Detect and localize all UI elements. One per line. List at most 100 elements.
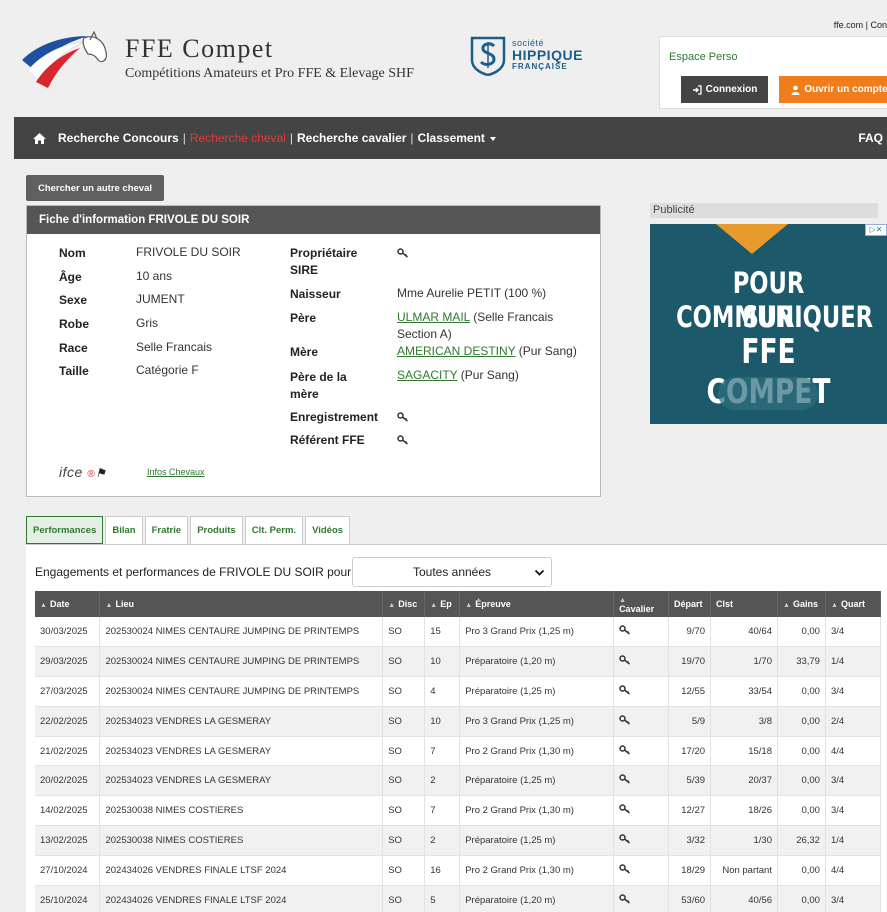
key-icon[interactable] — [619, 804, 631, 814]
engagements-label: Engagements et performances de FRIVOLE D… — [35, 565, 358, 579]
sort-icon: ▲ — [430, 602, 438, 609]
tab-clt-perm[interactable]: Clt. Perm. — [244, 516, 304, 544]
publicite-banner[interactable]: ▷✕ POUR COMMUNIQUER SUR FFE COMPET — [650, 224, 887, 424]
key-icon[interactable] — [619, 774, 631, 784]
cell-cavalier[interactable] — [613, 855, 670, 886]
table-row[interactable]: 27/10/2024 202434026 VENDRES FINALE LTSF … — [35, 855, 882, 886]
cell-cavalier[interactable] — [613, 736, 670, 767]
cell-gains: 0,00 — [777, 885, 826, 912]
cell-depart: 12/55 — [668, 676, 712, 707]
fiche-information: Fiche d'information FRIVOLE DU SOIR Nom … — [26, 205, 601, 497]
key-icon[interactable] — [619, 715, 631, 725]
cell-cavalier[interactable] — [613, 676, 670, 707]
cell-cavalier[interactable] — [613, 706, 670, 737]
tabs-bar: Performances Bilan Fratrie Produits Clt.… — [26, 516, 351, 544]
cell-date: 20/02/2025 — [35, 765, 101, 797]
pere-de-la-mere-link[interactable]: SAGACITY — [397, 368, 457, 382]
tab-performances[interactable]: Performances — [26, 516, 104, 544]
col-cavalier-label: Cavalier — [619, 604, 655, 614]
col-cavalier[interactable]: ▲Cavalier — [613, 591, 670, 617]
cell-gains: 0,00 — [777, 795, 826, 827]
cell-clst: 40/64 — [710, 617, 778, 648]
pere-race-a: (Selle Francais — [469, 310, 554, 324]
key-icon[interactable] — [619, 744, 631, 755]
col-ep[interactable]: ▲ Ep — [424, 591, 461, 617]
key-icon[interactable] — [397, 435, 409, 445]
nav-recherche-concours[interactable]: Recherche Concours — [54, 131, 183, 145]
table-row[interactable]: 30/03/2025 202530024 NIMES CENTAURE JUMPI… — [35, 617, 882, 648]
col-gains[interactable]: ▲ Gains — [777, 591, 826, 617]
ffe-horse-logo[interactable] — [18, 30, 112, 90]
cell-cavalier[interactable] — [613, 825, 670, 856]
cell-epreuve: Pro 2 Grand Prix (1,30 m) — [459, 795, 615, 827]
table-row[interactable]: 29/03/2025 202530024 NIMES CENTAURE JUMPI… — [35, 646, 882, 678]
table-row[interactable]: 20/02/2025 202534023 VENDRES LA GESMERAY S… — [35, 765, 882, 797]
infos-chevaux-link[interactable]: Infos Chevaux — [147, 467, 205, 477]
cell-disc: SO — [382, 765, 426, 797]
cell-cavalier[interactable] — [613, 795, 670, 827]
nav-recherche-cheval[interactable]: Recherche cheval — [186, 131, 290, 145]
pere-label: Père — [290, 311, 317, 325]
tab-produits[interactable]: Produits — [190, 516, 243, 544]
col-lieu[interactable]: ▲ Lieu — [99, 591, 384, 617]
pere-link[interactable]: ULMAR MAIL — [397, 310, 470, 324]
table-row[interactable]: 27/03/2025 202530024 NIMES CENTAURE JUMPI… — [35, 676, 882, 707]
col-lieu-label: Lieu — [115, 599, 134, 609]
home-icon[interactable] — [32, 130, 54, 146]
table-row[interactable]: 13/02/2025 202530038 NIMES COSTIERES SO 2 Pr… — [35, 825, 882, 856]
cell-clst: 40/56 — [710, 885, 778, 912]
cell-lieu: 202530024 NIMES CENTAURE JUMPING DE PRIN… — [99, 617, 384, 648]
key-icon[interactable] — [619, 893, 631, 904]
shf-logo[interactable]: société HIPPIQUE FRANÇAISE — [470, 36, 590, 78]
cell-depart: 53/60 — [668, 885, 712, 912]
cell-clst: 18/26 — [710, 795, 778, 827]
cell-cavalier[interactable] — [613, 765, 670, 797]
key-icon[interactable] — [619, 625, 631, 635]
table-row[interactable]: 14/02/2025 202530038 NIMES COSTIERES SO 7 Pr… — [35, 795, 882, 827]
key-icon[interactable] — [397, 248, 409, 258]
col-date[interactable]: ▲ Date — [35, 591, 101, 617]
key-icon[interactable] — [619, 834, 631, 844]
cell-lieu: 202530024 NIMES CENTAURE JUMPING DE PRIN… — [99, 676, 384, 707]
cell-cavalier[interactable] — [613, 617, 670, 648]
mere-link[interactable]: AMERICAN DESTINY — [397, 344, 515, 358]
cell-quart: 4/4 — [825, 736, 882, 767]
annee-select[interactable]: Toutes années — [352, 557, 552, 587]
key-icon[interactable] — [397, 412, 409, 422]
col-depart[interactable]: Départ — [668, 591, 712, 617]
sort-icon: ▲ — [619, 597, 626, 604]
cell-clst: 1/30 — [710, 825, 778, 856]
col-clst[interactable]: Clst — [710, 591, 778, 617]
ouvrir-compte-button[interactable]: Ouvrir un compte — [779, 76, 887, 103]
table-row[interactable]: 21/02/2025 202534023 VENDRES LA GESMERAY S… — [35, 736, 882, 767]
cell-date: 13/02/2025 — [35, 825, 101, 856]
key-icon[interactable] — [619, 685, 631, 695]
pub-pill — [718, 377, 818, 410]
tab-fratrie[interactable]: Fratrie — [144, 516, 189, 544]
col-quart[interactable]: ▲ Quart — [825, 591, 882, 617]
col-disc[interactable]: ▲ Disc — [382, 591, 426, 617]
chercher-autre-cheval-button[interactable]: Chercher un autre cheval — [26, 175, 164, 201]
tab-bilan[interactable]: Bilan — [105, 516, 143, 544]
cell-clst: 20/37 — [710, 765, 778, 797]
tab-videos[interactable]: Vidéos — [305, 516, 351, 544]
top-links[interactable]: ffe.com | Con — [834, 20, 887, 30]
key-icon[interactable] — [619, 655, 631, 665]
cell-epreuve: Préparatoire (1,20 m) — [459, 646, 615, 678]
table-row[interactable]: 22/02/2025 202534023 VENDRES LA GESMERAY S… — [35, 706, 882, 737]
cell-gains: 33,79 — [777, 646, 826, 678]
cell-cavalier[interactable] — [613, 646, 670, 678]
table-row[interactable]: 25/10/2024 202434026 VENDRES FINALE LTSF … — [35, 885, 882, 912]
nav-recherche-cavalier[interactable]: Recherche cavalier — [293, 131, 410, 145]
cell-ep: 4 — [424, 676, 461, 707]
key-icon[interactable] — [619, 864, 631, 874]
connexion-button[interactable]: Connexion — [681, 76, 768, 103]
nav-faq[interactable]: FAQ — [858, 131, 883, 145]
cell-cavalier[interactable] — [613, 885, 670, 912]
ad-choices-icon[interactable]: ▷✕ — [865, 224, 887, 236]
site-header: FFE Compet Compétitions Amateurs et Pro … — [14, 4, 887, 117]
pere-de-la-mere-race: (Pur Sang) — [457, 368, 519, 382]
col-epreuve[interactable]: ▲ Épreuve — [459, 591, 615, 617]
sort-icon: ▲ — [465, 602, 473, 609]
nav-classement[interactable]: Classement — [414, 131, 500, 145]
